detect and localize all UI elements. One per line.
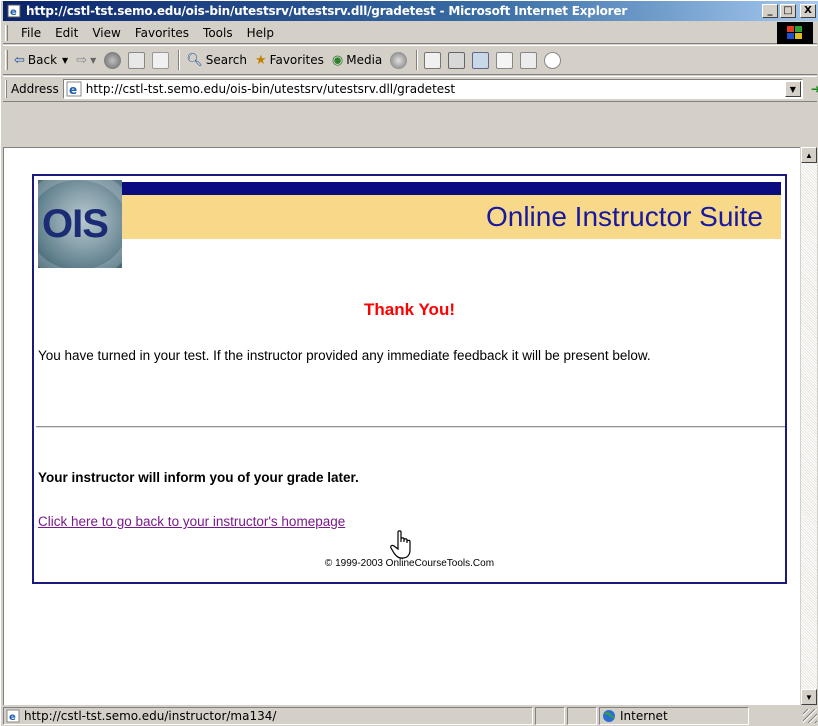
address-bar: Address e http://cstl-tst.semo.edu/ois-b… <box>3 76 818 102</box>
status-zone: Internet <box>620 709 668 723</box>
menu-grip[interactable] <box>5 24 8 41</box>
ie-page-icon: e <box>6 3 22 19</box>
svg-text:e: e <box>9 712 16 723</box>
status-pane-empty <box>535 707 565 725</box>
suite-title: Online Instructor Suite <box>485 201 763 232</box>
menu-view[interactable]: View <box>85 26 127 40</box>
back-label: Back <box>27 53 58 67</box>
status-pane-empty <box>567 707 597 725</box>
status-url: http://cstl-tst.semo.edu/instructor/ma13… <box>24 709 277 723</box>
edit-icon[interactable] <box>472 51 490 69</box>
logo-text: OIS <box>42 202 109 246</box>
address-dropdown-icon[interactable]: ▼ <box>784 81 801 97</box>
favorites-icon: ★ <box>255 52 267 68</box>
window-title: http://cstl-tst.semo.edu/ois-bin/utestsr… <box>26 4 628 18</box>
favorites-button[interactable]: ★ Favorites <box>255 53 324 68</box>
address-label: Address <box>11 82 59 96</box>
messenger-icon[interactable] <box>544 51 562 69</box>
divider <box>36 426 785 428</box>
media-label: Media <box>346 53 383 67</box>
back-button[interactable]: ⇦ Back ▼ <box>14 53 68 68</box>
home-icon[interactable] <box>152 51 170 69</box>
toolbar-separator <box>416 50 419 70</box>
toolbar-separator <box>178 50 181 70</box>
back-dropdown-icon[interactable]: ▼ <box>62 56 68 65</box>
print-icon[interactable] <box>448 51 466 69</box>
forward-dropdown-icon[interactable]: ▼ <box>90 56 96 65</box>
close-button[interactable]: X <box>800 4 816 18</box>
go-button[interactable]: ➜ Go <box>811 82 818 96</box>
ie-page-icon: e <box>6 709 20 723</box>
forward-arrow-icon: ⇨ <box>76 52 88 68</box>
menu-help[interactable]: Help <box>240 26 281 40</box>
discuss-icon[interactable] <box>496 51 514 69</box>
search-label: Search <box>205 53 248 67</box>
media-button[interactable]: ◉ Media <box>332 53 382 68</box>
toolbar-grip[interactable] <box>5 50 8 70</box>
back-arrow-icon: ⇦ <box>14 52 25 68</box>
page-panel: OIS Online Instructor Suite Thank You! Y… <box>32 174 787 584</box>
submission-message: You have turned in your test. If the ins… <box>38 348 651 363</box>
mail-icon[interactable] <box>424 51 442 69</box>
grade-note: Your instructor will inform you of your … <box>38 470 359 485</box>
svg-text:e: e <box>10 7 17 18</box>
vertical-scrollbar[interactable]: ▲ ▼ <box>800 147 817 705</box>
browser-window: e http://cstl-tst.semo.edu/ois-bin/utest… <box>0 0 818 726</box>
header-navy-bar <box>122 182 781 195</box>
ie-page-icon: e <box>66 81 82 97</box>
status-zone-pane: Internet <box>599 707 749 725</box>
hand-cursor-icon <box>390 530 411 559</box>
menu-tools[interactable]: Tools <box>196 26 240 40</box>
title-bar[interactable]: e http://cstl-tst.semo.edu/ois-bin/utest… <box>3 1 818 21</box>
go-arrow-icon: ➜ <box>810 82 818 96</box>
refresh-icon[interactable] <box>128 51 146 69</box>
thank-you-heading: Thank You! <box>364 300 455 319</box>
search-button[interactable]: 🔍︎ Search <box>186 53 247 68</box>
address-grip[interactable] <box>5 80 7 98</box>
instructor-homepage-link[interactable]: Click here to go back to your instructor… <box>38 514 345 529</box>
toolbar-spacer <box>3 103 817 147</box>
resize-grip[interactable] <box>803 709 817 723</box>
menu-favorites[interactable]: Favorites <box>128 26 196 40</box>
status-bar: e http://cstl-tst.semo.edu/instructor/ma… <box>3 705 817 726</box>
header-tan-bar: Online Instructor Suite <box>122 195 781 239</box>
internet-globe-icon <box>602 709 616 723</box>
standard-toolbar: ⇦ Back ▼ ⇨ ▼ 🔍︎ Search ★ Favorites ◉ Med… <box>3 45 817 75</box>
address-input[interactable]: e http://cstl-tst.semo.edu/ois-bin/utest… <box>62 79 803 99</box>
address-url: http://cstl-tst.semo.edu/ois-bin/utestsr… <box>85 82 456 96</box>
scroll-down-icon[interactable]: ▼ <box>801 689 817 705</box>
menu-file[interactable]: File <box>14 26 48 40</box>
menu-bar: File Edit View Favorites Tools Help <box>3 22 817 44</box>
page-viewport[interactable]: OIS Online Instructor Suite Thank You! Y… <box>3 147 800 705</box>
status-url-pane: e http://cstl-tst.semo.edu/instructor/ma… <box>3 707 533 725</box>
stop-icon[interactable] <box>104 51 122 69</box>
ois-logo: OIS <box>38 180 122 268</box>
windows-logo-icon <box>777 22 813 44</box>
media-icon: ◉ <box>331 52 344 68</box>
svg-text:e: e <box>69 83 77 97</box>
favorites-label: Favorites <box>269 53 324 67</box>
history-icon[interactable] <box>390 51 408 69</box>
minimize-button[interactable]: _ <box>762 4 778 18</box>
search-icon: 🔍︎ <box>186 52 203 68</box>
maximize-button[interactable]: □ <box>780 4 796 18</box>
menu-edit[interactable]: Edit <box>48 26 85 40</box>
research-icon[interactable] <box>520 51 538 69</box>
forward-button[interactable]: ⇨ ▼ <box>76 53 96 68</box>
scroll-up-icon[interactable]: ▲ <box>801 147 817 163</box>
